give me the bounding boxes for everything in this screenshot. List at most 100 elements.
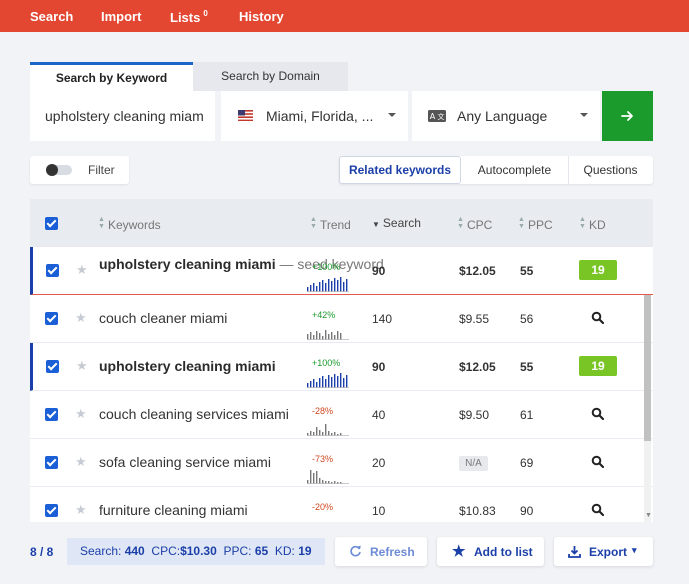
- table-row[interactable]: ★ upholstery cleaning miami +100% 90 $12…: [30, 343, 653, 391]
- row-checkbox[interactable]: [45, 504, 58, 517]
- sparkline-bar: [328, 375, 330, 388]
- search-icon[interactable]: [591, 503, 605, 517]
- column-keywords[interactable]: ▲ ▼ Keywords: [98, 216, 161, 232]
- keyword-text: couch cleaner miami: [99, 310, 228, 326]
- keywords-table: ▲ ▼ Keywords ▲ ▼ Trend ▼ Search ▲ ▼ CPC ▲ ▼ PPC ▲…: [30, 199, 653, 522]
- cpc-value: $12.05: [459, 264, 496, 278]
- nav-lists[interactable]: Lists 0: [170, 9, 208, 25]
- search-volume: 40: [372, 408, 386, 422]
- sort-icon: ▲ ▼: [310, 216, 317, 230]
- row-checkbox[interactable]: [46, 264, 59, 277]
- add-to-list-button[interactable]: ★ Add to list: [437, 537, 544, 566]
- sparkline-bar: [331, 332, 333, 340]
- location-value: Miami, Florida, ...: [266, 108, 374, 124]
- nav-history[interactable]: History: [239, 9, 284, 24]
- toggle-switch[interactable]: [46, 164, 72, 176]
- sparkline-bar: [310, 470, 312, 484]
- column-cpc-label: CPC: [466, 218, 493, 232]
- ppc-value: 55: [520, 264, 534, 278]
- sparkline-bar: [322, 376, 324, 388]
- language-select[interactable]: A 文 Any Language: [412, 91, 600, 141]
- sparkline-bar: [325, 330, 327, 340]
- keyword-label: upholstery cleaning miami: [99, 256, 276, 272]
- refresh-button[interactable]: Refresh: [335, 537, 427, 566]
- cpc-na-badge: N/A: [459, 456, 488, 471]
- column-search-label: Search: [382, 216, 421, 230]
- column-ppc[interactable]: ▲ ▼ PPC: [518, 216, 553, 232]
- tab-related-keywords[interactable]: Related keywords: [339, 156, 461, 184]
- sparkline-bar: [316, 427, 318, 436]
- search-icon[interactable]: [591, 407, 605, 421]
- search-icon[interactable]: [591, 311, 605, 325]
- star-icon[interactable]: ★: [75, 310, 87, 326]
- trend-percent: +100%: [312, 358, 341, 368]
- star-icon[interactable]: ★: [75, 502, 87, 518]
- row-checkbox[interactable]: [45, 312, 58, 325]
- keyword-input[interactable]: [30, 91, 215, 141]
- ppc-value: 90: [520, 504, 534, 518]
- location-select[interactable]: Miami, Florida, ...: [221, 91, 408, 141]
- search-submit-button[interactable]: [602, 91, 653, 141]
- trend-sparkline: [307, 516, 349, 522]
- keyword-text: upholstery cleaning miami: [99, 358, 276, 374]
- scrollbar-thumb[interactable]: [644, 295, 651, 441]
- sparkline-bar: [316, 286, 318, 292]
- tab-autocomplete[interactable]: Autocomplete: [461, 156, 568, 184]
- keyword-text: sofa cleaning service miami: [99, 454, 271, 470]
- scroll-down-icon[interactable]: ▼: [645, 512, 652, 519]
- sparkline-bar: [343, 282, 345, 292]
- table-row[interactable]: ★ furniture cleaning miami -20% 10 $10.8…: [30, 487, 653, 522]
- sparkline-bar: [316, 331, 318, 340]
- table-row[interactable]: ★ upholstery cleaning miami — seed keywo…: [30, 247, 653, 295]
- star-icon[interactable]: ★: [75, 454, 87, 470]
- nav-import[interactable]: Import: [101, 9, 141, 24]
- sparkline-bar: [319, 333, 321, 340]
- row-checkbox[interactable]: [45, 456, 58, 469]
- sparkline-bar: [331, 377, 333, 388]
- export-button[interactable]: Export ▾: [554, 537, 653, 566]
- sparkline-baseline: [307, 483, 349, 484]
- sparkline-baseline: [307, 387, 349, 388]
- column-kd[interactable]: ▲ ▼ KD: [579, 216, 606, 232]
- column-trend[interactable]: ▲ ▼ Trend: [310, 216, 351, 232]
- trend-percent: -73%: [312, 454, 334, 464]
- search-icon[interactable]: [591, 455, 605, 469]
- column-trend-label: Trend: [319, 218, 351, 232]
- sparkline-baseline: [307, 339, 349, 340]
- sparkline-bar: [337, 331, 339, 340]
- sparkline-baseline: [307, 435, 349, 436]
- trend-sparkline: [307, 277, 349, 292]
- trend-sparkline: [307, 424, 349, 436]
- sparkline-bar: [310, 285, 312, 292]
- tab-search-by-keyword[interactable]: Search by Keyword: [30, 62, 193, 91]
- star-icon[interactable]: ★: [75, 406, 87, 422]
- row-checkbox[interactable]: [45, 408, 58, 421]
- tab-questions[interactable]: Questions: [568, 156, 653, 184]
- sparkline-bar: [334, 278, 336, 292]
- sort-icon: ▲ ▼: [457, 216, 464, 230]
- sparkline-bar: [337, 376, 339, 388]
- trend-sparkline: [307, 470, 349, 484]
- table-row[interactable]: ★ sofa cleaning service miami -73% 20 N/…: [30, 439, 653, 487]
- table-scrollbar[interactable]: [644, 295, 651, 522]
- row-checkbox[interactable]: [46, 360, 59, 373]
- sparkline-bar: [328, 279, 330, 292]
- sparkline-bar: [313, 473, 315, 484]
- kd-badge: 19: [579, 356, 617, 376]
- sparkline-bar: [346, 375, 348, 388]
- filter-toggle[interactable]: Filter: [30, 156, 129, 184]
- column-cpc[interactable]: ▲ ▼ CPC: [457, 216, 492, 232]
- tab-search-by-domain[interactable]: Search by Domain: [193, 62, 348, 91]
- column-search[interactable]: ▼ Search: [372, 216, 421, 230]
- sparkline-bar: [325, 379, 327, 388]
- star-icon: ★: [452, 543, 466, 560]
- nav-search[interactable]: Search: [30, 9, 73, 24]
- table-row[interactable]: ★ couch cleaning services miami -28% 40 …: [30, 391, 653, 439]
- nav-lists-label: Lists: [170, 10, 201, 25]
- select-all-checkbox[interactable]: [45, 217, 58, 230]
- summary-ppc-label: PPC:: [223, 544, 252, 558]
- star-icon[interactable]: ★: [76, 358, 88, 374]
- summary-kd-label: KD:: [274, 544, 295, 558]
- star-icon[interactable]: ★: [76, 262, 88, 278]
- table-row[interactable]: ★ couch cleaner miami +42% 140 $9.55 56: [30, 295, 653, 343]
